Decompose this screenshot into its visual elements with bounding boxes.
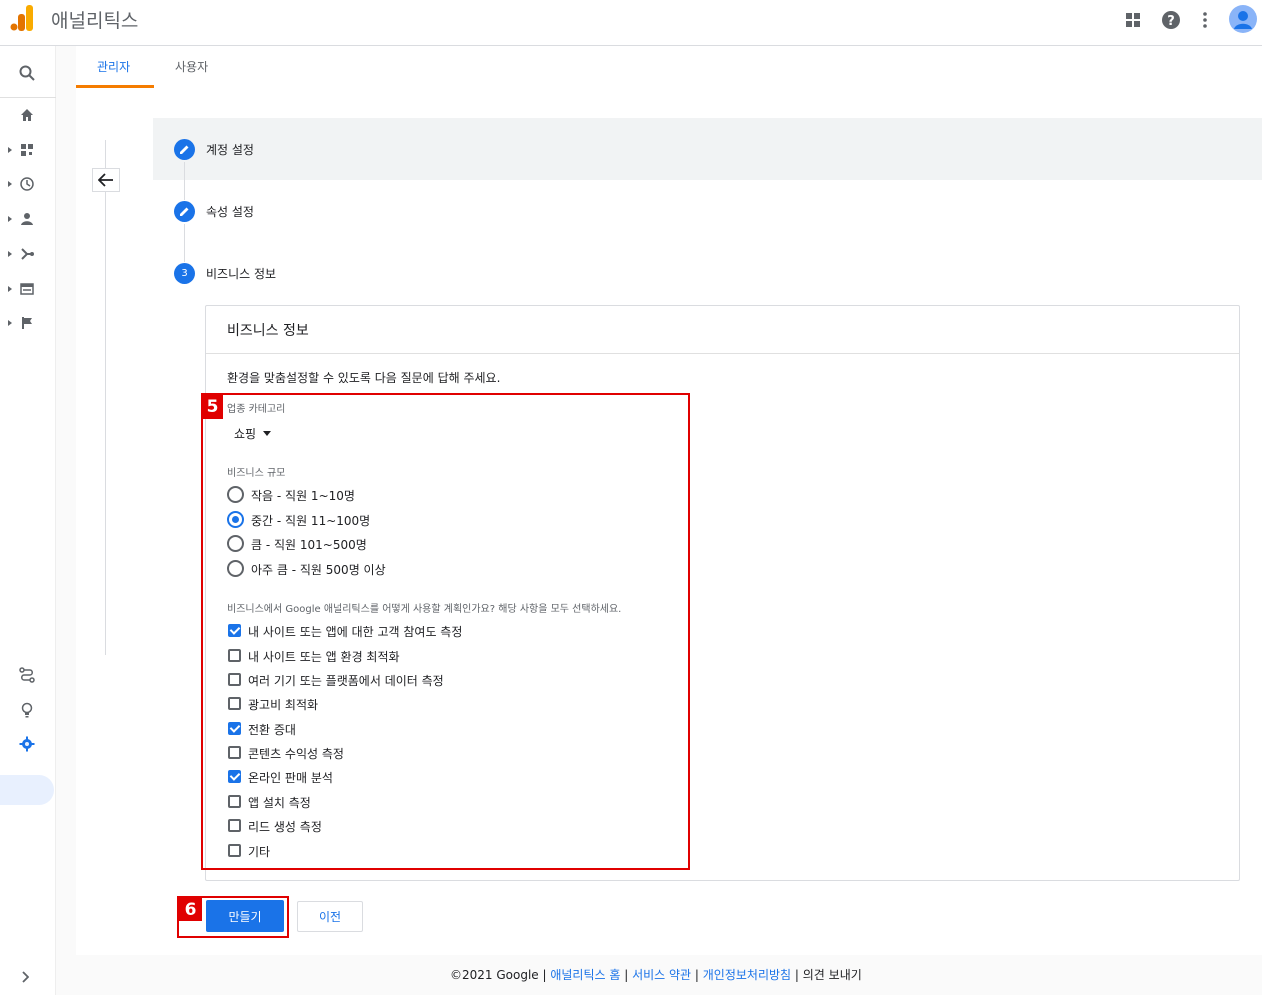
previous-button[interactable]: 이전 [297, 901, 363, 932]
footer-link-home[interactable]: 애널리틱스 홈 [550, 968, 620, 982]
caret-right-icon [8, 147, 12, 153]
footer-copyright: ©2021 Google [450, 968, 539, 982]
footer-link-privacy[interactable]: 개인정보처리방침 [703, 968, 791, 982]
realtime-icon[interactable] [16, 173, 38, 195]
footer-separator: | [620, 968, 633, 982]
step-business-number: 3 [174, 263, 195, 284]
create-button[interactable]: 만들기 [206, 900, 284, 932]
left-panel [76, 88, 153, 958]
more-vert-icon[interactable] [1194, 9, 1216, 31]
annotation-badge-6: 6 [179, 898, 202, 921]
admin-gear-icon[interactable] [16, 733, 38, 755]
footer-links: ©2021 Google | 애널리틱스 홈 | 서비스 약관 | 개인정보처리… [450, 966, 862, 983]
arrow-back-icon [98, 173, 113, 187]
search-icon[interactable] [16, 62, 38, 84]
app-title: 애널리틱스 [51, 10, 139, 32]
dashboard-icon[interactable] [16, 139, 38, 161]
footer-separator: | [538, 968, 551, 982]
expand-icon[interactable] [18, 970, 32, 984]
analytics-logo-icon[interactable] [10, 5, 34, 31]
left-nav [0, 46, 56, 995]
caret-right-icon [8, 251, 12, 257]
conversions-icon[interactable] [16, 312, 38, 334]
footer-link-terms[interactable]: 서비스 약관 [632, 968, 691, 982]
discover-icon[interactable] [16, 699, 38, 721]
footer-separator: | [691, 968, 703, 982]
caret-right-icon [8, 286, 12, 292]
card-divider [206, 353, 1239, 354]
card-intro: 환경을 맞춤설정할 수 있도록 다음 질문에 답해 주세요. [227, 371, 501, 385]
top-app-bar: 애널리틱스 ? [0, 0, 1262, 46]
acquisition-icon[interactable] [16, 243, 38, 265]
tab-users[interactable]: 사용자 [175, 58, 208, 75]
step-account-label: 계정 설정 [206, 143, 254, 157]
apps-icon[interactable] [1122, 9, 1144, 31]
audience-icon[interactable] [16, 208, 38, 230]
back-button[interactable] [92, 168, 120, 192]
behavior-icon[interactable] [16, 278, 38, 300]
admin-nav-active-bg [0, 775, 54, 805]
card-title: 비즈니스 정보 [227, 323, 309, 339]
account-icon[interactable] [1229, 5, 1257, 33]
annotation-box-5 [201, 393, 690, 870]
step-property-done-icon[interactable] [174, 201, 195, 222]
tab-admin[interactable]: 관리자 [97, 58, 130, 75]
svg-text:?: ? [1167, 14, 1175, 29]
step-account-row[interactable] [153, 118, 1262, 180]
admin-tabs: 관리자 사용자 [76, 46, 1262, 88]
left-panel-divider [105, 140, 106, 655]
caret-right-icon [8, 181, 12, 187]
caret-right-icon [8, 320, 12, 326]
step-property-label[interactable]: 속성 설정 [206, 203, 254, 220]
pencil-icon [180, 207, 189, 216]
pencil-icon [180, 145, 189, 154]
footer-link-feedback[interactable]: 의견 보내기 [803, 968, 862, 982]
caret-right-icon [8, 216, 12, 222]
step-connector [184, 224, 185, 262]
step-connector [184, 162, 185, 200]
step-account-done-icon [174, 139, 195, 160]
step-business-label: 비즈니스 정보 [206, 267, 277, 281]
annotation-badge-5: 5 [202, 395, 223, 419]
home-icon[interactable] [16, 104, 38, 126]
help-icon[interactable]: ? [1160, 9, 1182, 31]
nav-divider [0, 97, 56, 98]
attribution-icon[interactable] [16, 664, 38, 686]
footer-separator: | [791, 968, 803, 982]
